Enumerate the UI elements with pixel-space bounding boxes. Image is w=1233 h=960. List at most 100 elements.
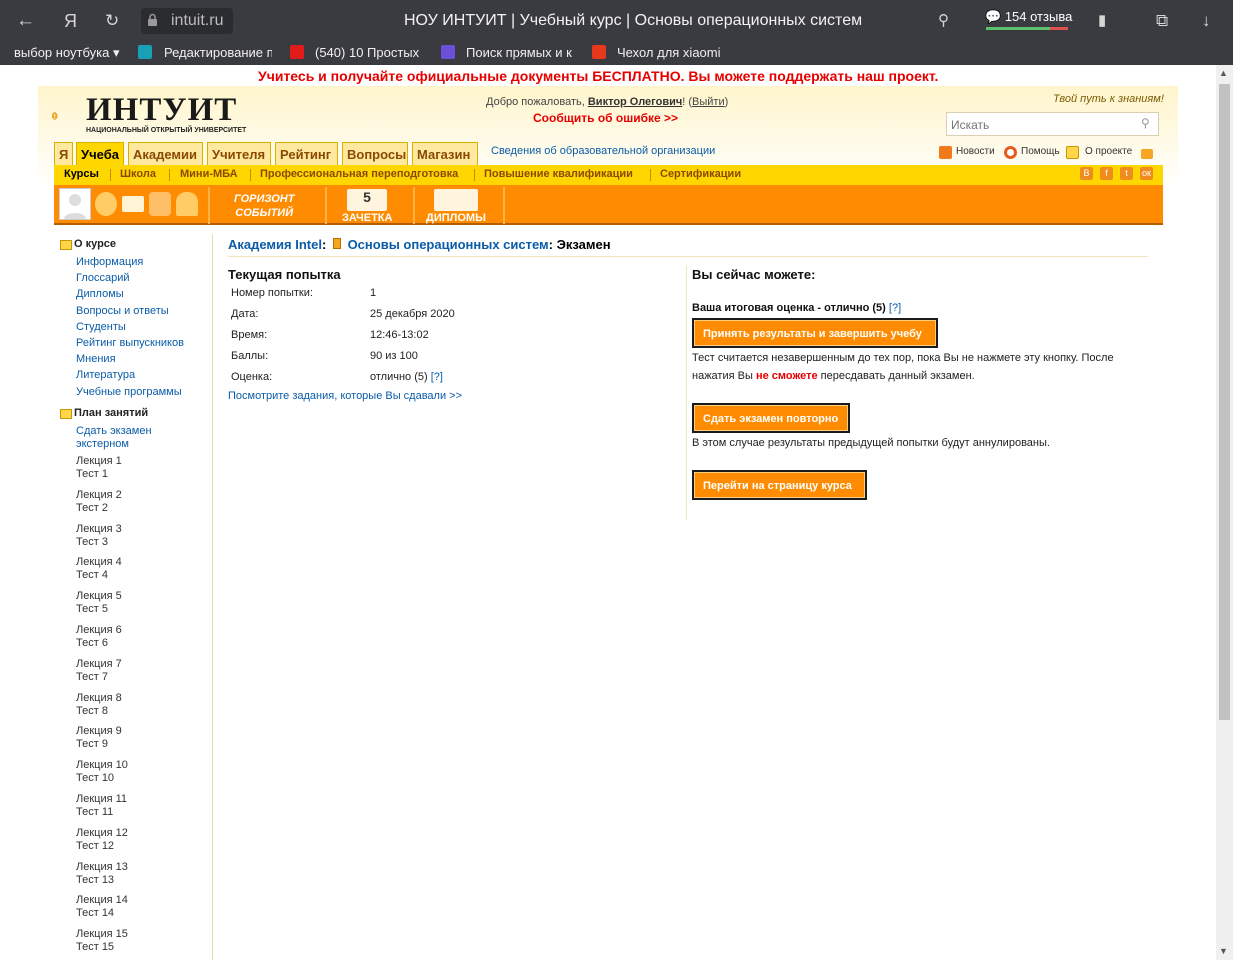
sidebar-test-link[interactable]: Тест 3 xyxy=(76,536,108,549)
accept-results-button[interactable]: Принять результаты и завершить учебу xyxy=(692,318,938,348)
promo-banner[interactable]: Учитесь и получайте официальные документ… xyxy=(258,68,938,84)
download-icon[interactable]: ↓ xyxy=(1202,10,1211,32)
sidebar-about-link[interactable]: Студенты xyxy=(76,321,126,334)
sidebar-lecture-link[interactable]: Лекция 8 xyxy=(76,692,122,705)
bell-icon[interactable] xyxy=(176,192,198,216)
sidebar-test-link[interactable]: Тест 9 xyxy=(76,738,108,751)
scroll-up-icon[interactable]: ▲ xyxy=(1219,68,1228,78)
subnav-mini-mba[interactable]: Мини-МБА xyxy=(180,168,238,180)
sidebar-test-link[interactable]: Тест 13 xyxy=(76,874,114,887)
course-page-button[interactable]: Перейти на страницу курса xyxy=(692,470,867,500)
sidebar-test-link[interactable]: Тест 6 xyxy=(76,637,108,650)
tab-study[interactable]: Учеба xyxy=(76,142,124,166)
gradebook-icon[interactable]: 5 xyxy=(347,189,387,211)
sidebar-lecture-link[interactable]: Лекция 12 xyxy=(76,827,128,840)
subnav-qualification[interactable]: Повышение квалификации xyxy=(484,168,633,180)
sidebar-extern-link[interactable]: Сдать экзамен экстерном xyxy=(76,425,156,451)
sidebar-lecture-link[interactable]: Лекция 14 xyxy=(76,894,128,907)
bookmark-search[interactable]: Поиск прямых и к xyxy=(466,45,574,60)
about-link[interactable]: О проекте xyxy=(1085,146,1132,157)
user-name-link[interactable]: Виктор Олегович xyxy=(588,96,682,108)
reviews-counter[interactable]: 💬 154 отзыва xyxy=(985,9,1072,25)
sidebar-lecture-link[interactable]: Лекция 3 xyxy=(76,523,122,536)
breadcrumb-academy[interactable]: Академия Intel xyxy=(228,237,322,252)
sidebar-lecture-link[interactable]: Лекция 9 xyxy=(76,725,122,738)
twitter-icon[interactable]: t xyxy=(1120,167,1133,180)
sidebar-test-link[interactable]: Тест 14 xyxy=(76,907,114,920)
report-error-link[interactable]: Сообщить об ошибке >> xyxy=(533,111,678,125)
collections-icon[interactable]: ⧉ xyxy=(1156,10,1168,32)
help-link[interactable]: Помощь xyxy=(1021,146,1060,157)
sidebar-lecture-link[interactable]: Лекция 4 xyxy=(76,556,122,569)
scroll-down-icon[interactable]: ▼ xyxy=(1219,946,1228,956)
sidebar-lecture-link[interactable]: Лекция 13 xyxy=(76,861,128,874)
avatar-icon[interactable] xyxy=(59,188,91,220)
sidebar-about-link[interactable]: Информация xyxy=(76,256,143,269)
odnoklassniki-icon[interactable]: ок xyxy=(1140,167,1153,180)
sidebar-lecture-link[interactable]: Лекция 2 xyxy=(76,489,122,502)
search-input[interactable] xyxy=(951,118,1131,132)
tab-me[interactable]: Я xyxy=(54,142,73,166)
logout-link[interactable]: Выйти xyxy=(692,96,725,108)
sidebar-test-link[interactable]: Тест 15 xyxy=(76,941,114,954)
scrollbar-thumb[interactable] xyxy=(1219,84,1230,720)
sidebar-about-link[interactable]: Дипломы xyxy=(76,288,124,301)
tab-teachers[interactable]: Учителя xyxy=(207,142,271,166)
grade-help-link[interactable]: [?] xyxy=(431,371,443,383)
subnav-courses[interactable]: Курсы xyxy=(64,168,99,180)
sidebar-test-link[interactable]: Тест 8 xyxy=(76,705,108,718)
gradebook-link[interactable]: ЗАЧЕТКА xyxy=(342,212,392,224)
yandex-logo-icon[interactable]: Я xyxy=(64,10,77,32)
sidebar-about-link[interactable]: Глоссарий xyxy=(76,272,130,285)
sidebar-test-link[interactable]: Тест 12 xyxy=(76,840,114,853)
logo-title[interactable]: ИНТУИТ xyxy=(86,92,237,129)
sidebar-plan-title[interactable]: План занятий xyxy=(74,407,148,419)
tab-rating[interactable]: Рейтинг xyxy=(275,142,338,166)
sidebar-test-link[interactable]: Тест 4 xyxy=(76,569,108,582)
view-tasks-link[interactable]: Посмотрите задания, которые Вы сдавали >… xyxy=(228,390,462,402)
sidebar-about-title[interactable]: О курсе xyxy=(74,238,116,250)
bookmark-youtube[interactable]: (540) 10 Простых П xyxy=(315,45,423,60)
facebook-icon[interactable]: f xyxy=(1100,167,1113,180)
sidebar-lecture-link[interactable]: Лекция 10 xyxy=(76,759,128,772)
subnav-school[interactable]: Школа xyxy=(120,168,156,180)
tab-academies[interactable]: Академии xyxy=(128,142,203,166)
sidebar-lecture-link[interactable]: Лекция 11 xyxy=(76,793,127,806)
bookmark-folder-notebook[interactable]: выбор ноутбука ▾ xyxy=(14,45,120,61)
vk-icon[interactable]: В xyxy=(1080,167,1093,180)
back-arrow-icon[interactable]: ← xyxy=(16,10,35,32)
search-icon[interactable]: ⚲ xyxy=(1141,116,1150,130)
sidebar-test-link[interactable]: Тест 10 xyxy=(76,772,114,785)
sidebar-lecture-link[interactable]: Лекция 5 xyxy=(76,590,122,603)
alarm-clock-icon[interactable] xyxy=(95,192,117,216)
sidebar-test-link[interactable]: Тест 1 xyxy=(76,468,108,481)
sidebar-lecture-link[interactable]: Лекция 6 xyxy=(76,624,122,637)
bookmark-icon[interactable]: ▮ xyxy=(1098,10,1106,32)
subnav-certifications[interactable]: Сертификации xyxy=(660,168,741,180)
sidebar-about-link[interactable]: Вопросы и ответы xyxy=(76,305,169,318)
reload-icon[interactable]: ↻ xyxy=(105,10,119,32)
envelope-icon[interactable] xyxy=(122,196,144,212)
sidebar-test-link[interactable]: Тест 5 xyxy=(76,603,108,616)
search-icon[interactable]: ⚲ xyxy=(938,10,949,32)
breadcrumb-course[interactable]: Основы операционных систем xyxy=(348,237,549,252)
sidebar-test-link[interactable]: Тест 11 xyxy=(76,806,113,819)
sidebar-about-link[interactable]: Учебные программы xyxy=(76,386,182,399)
subnav-retraining[interactable]: Профессиональная переподготовка xyxy=(260,168,458,180)
gift-icon[interactable] xyxy=(149,192,171,216)
sidebar-test-link[interactable]: Тест 2 xyxy=(76,502,108,515)
diploma-icon[interactable] xyxy=(434,189,478,211)
final-grade-help-link[interactable]: [?] xyxy=(889,302,901,314)
tab-shop[interactable]: Магазин xyxy=(412,142,478,166)
bookmark-edit[interactable]: Редактирование п xyxy=(164,45,272,60)
news-link[interactable]: Новости xyxy=(956,146,995,157)
intuit-logo-icon[interactable] xyxy=(52,94,86,138)
sidebar-test-link[interactable]: Тест 7 xyxy=(76,671,108,684)
sidebar-about-link[interactable]: Мнения xyxy=(76,353,116,366)
sidebar-about-link[interactable]: Рейтинг выпускников xyxy=(76,337,184,350)
diplomas-link[interactable]: ДИПЛОМЫ xyxy=(426,212,486,224)
sidebar-about-link[interactable]: Литература xyxy=(76,369,135,382)
sidebar-lecture-link[interactable]: Лекция 7 xyxy=(76,658,122,671)
bookmark-aliexpress[interactable]: Чехол для xiaomi r xyxy=(617,45,725,60)
horizon-events-link[interactable]: ГОРИЗОНТ СОБЫТИЙ xyxy=(234,192,294,220)
